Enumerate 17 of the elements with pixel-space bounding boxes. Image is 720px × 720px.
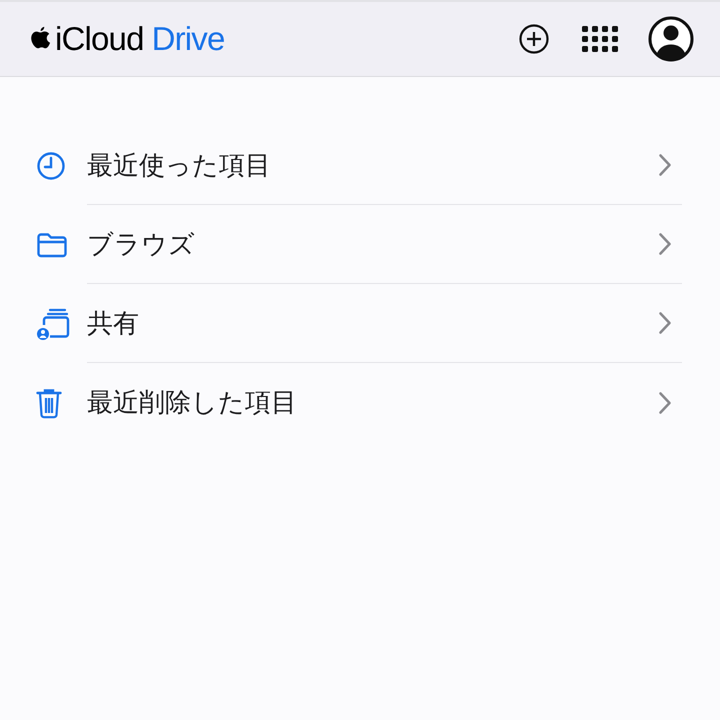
menu-item[interactable]: ブラウズ [87,224,195,264]
chevron-right-icon [658,390,672,414]
shared-folder-icon [36,306,70,340]
clock-icon [36,150,66,180]
chevron-right-icon [658,153,672,177]
menu-item[interactable]: 共有 [87,304,139,342]
section-title: Drive [152,19,224,60]
add-icon[interactable] [518,23,550,55]
app-grid-icon[interactable] [580,24,618,54]
chevron-right-icon [658,232,672,256]
folder-icon [36,232,68,258]
menu-item[interactable]: 最近使った項目 [87,146,271,184]
brand-name: iCloud [55,19,144,60]
trash-icon [36,386,62,418]
menu-item[interactable]: 最近削除した項目 [87,383,297,422]
account-icon[interactable] [648,16,694,62]
chevron-right-icon [658,311,672,335]
